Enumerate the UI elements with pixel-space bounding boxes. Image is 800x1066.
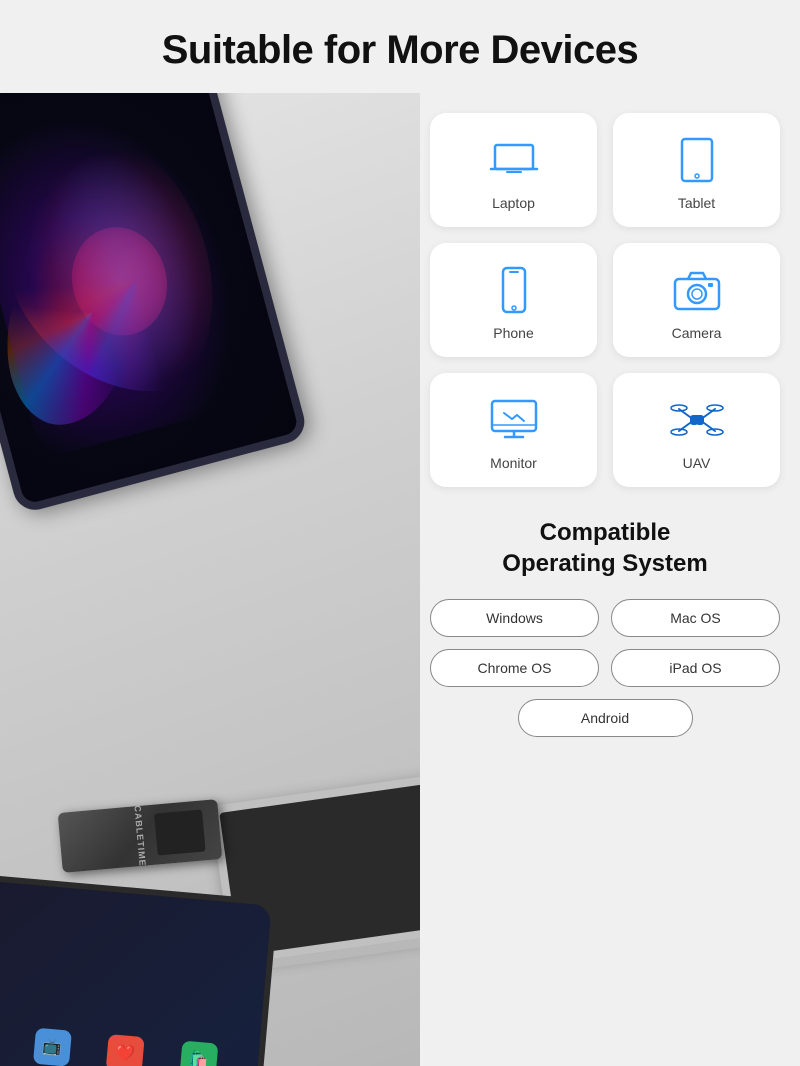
device-card-tablet: Tablet	[613, 113, 780, 227]
uav-icon	[670, 393, 724, 447]
device-card-monitor: Monitor	[430, 373, 597, 487]
app-icon: 🛍️	[179, 1040, 218, 1066]
os-grid: Windows Mac OS Chrome OS iPad OS Android	[430, 599, 780, 737]
ipad-screen: 🏠 📺 ❤️ 🛍️	[0, 879, 272, 1066]
phone-icon	[487, 263, 541, 317]
device-card-laptop: Laptop	[430, 113, 597, 227]
device-card-camera: Camera	[613, 243, 780, 357]
os-badge-ipados: iPad OS	[611, 649, 780, 687]
right-panel: Laptop Tablet	[420, 93, 800, 1066]
tablet-screen	[0, 93, 299, 505]
os-badge-macos: Mac OS	[611, 599, 780, 637]
tablet-label: Tablet	[678, 195, 715, 211]
main-content: 🏠 📺 ❤️ 🛍️	[0, 93, 800, 1066]
laptop-icon	[487, 133, 541, 187]
os-badge-chromeos: Chrome OS	[430, 649, 599, 687]
page-container: Suitable for More Devices	[0, 0, 800, 1066]
laptop-label: Laptop	[492, 195, 535, 211]
device-card-phone: Phone	[430, 243, 597, 357]
left-panel: 🏠 📺 ❤️ 🛍️	[0, 93, 420, 1066]
header-section: Suitable for More Devices	[0, 0, 800, 93]
usb-reader-image	[58, 799, 223, 873]
ipad-image: 🏠 📺 ❤️ 🛍️	[0, 872, 278, 1066]
tablet-image	[0, 93, 309, 515]
page-title: Suitable for More Devices	[20, 28, 780, 73]
app-icons: 🏠 📺 ❤️ 🛍️	[0, 1021, 249, 1066]
device-image-area: 🏠 📺 ❤️ 🛍️	[0, 93, 420, 1066]
monitor-icon	[487, 393, 541, 447]
phone-label: Phone	[493, 325, 533, 341]
device-card-uav: UAV	[613, 373, 780, 487]
uav-label: UAV	[683, 455, 711, 471]
monitor-label: Monitor	[490, 455, 537, 471]
app-icon: 📺	[32, 1028, 71, 1066]
compat-title: CompatibleOperating System	[430, 517, 780, 579]
app-icon: ❤️	[106, 1034, 145, 1066]
os-badge-windows: Windows	[430, 599, 599, 637]
device-grid: Laptop Tablet	[430, 113, 780, 487]
camera-label: Camera	[672, 325, 722, 341]
os-badge-android: Android	[518, 699, 693, 737]
compat-section: CompatibleOperating System Windows Mac O…	[430, 517, 780, 737]
tablet-icon	[670, 133, 724, 187]
camera-icon	[670, 263, 724, 317]
